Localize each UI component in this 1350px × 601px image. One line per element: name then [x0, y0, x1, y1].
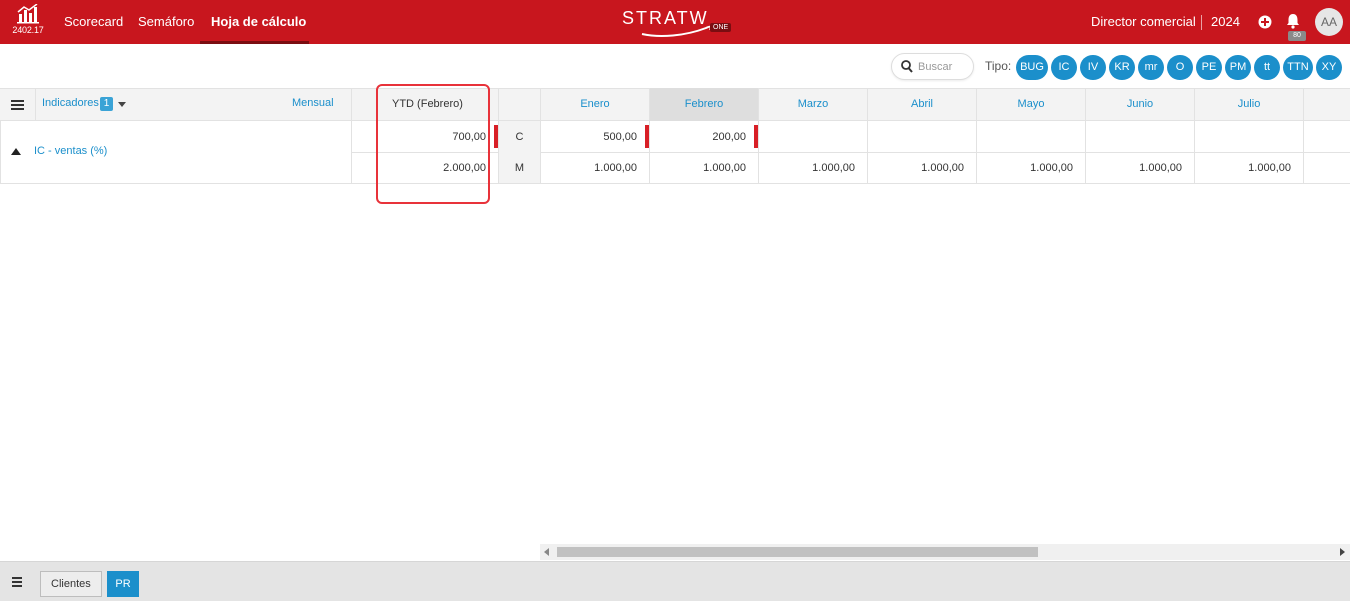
app-logo[interactable]: 2402.17 — [10, 4, 46, 40]
indicators-count-badge: 1 — [100, 97, 113, 111]
month-header-marzo[interactable]: Marzo — [759, 88, 868, 121]
top-bar: 2402.17 Scorecard Semáforo Hoja de cálcu… — [0, 0, 1350, 44]
cell-c-marzo[interactable] — [759, 121, 868, 153]
type-filter-label: Tipo: — [985, 59, 1012, 73]
month-header-julio[interactable]: Julio — [1195, 88, 1304, 121]
cell-c-enero[interactable]: 500,00 — [541, 121, 650, 153]
month-header-abril[interactable]: Abril — [868, 88, 977, 121]
cell-m-julio[interactable]: 1.000,00 — [1195, 152, 1304, 184]
bottom-bar: Clientes PR — [0, 561, 1350, 601]
scroll-left-icon[interactable] — [544, 548, 549, 556]
notification-badge: 80 — [1288, 31, 1306, 41]
search-box — [891, 53, 974, 80]
type-chip-o[interactable]: O — [1167, 55, 1193, 80]
nav-scorecard[interactable]: Scorecard — [64, 0, 123, 44]
brand-logo: STRATW ONE — [622, 6, 742, 40]
cell-c-julio[interactable] — [1195, 121, 1304, 153]
tab-clientes[interactable]: Clientes — [40, 571, 102, 597]
grid-menu-button[interactable] — [0, 88, 36, 121]
horizontal-scrollbar[interactable] — [540, 544, 1350, 560]
cell-m-agosto[interactable] — [1304, 152, 1350, 184]
cell-m-junio[interactable]: 1.000,00 — [1086, 152, 1195, 184]
nav-semaforo[interactable]: Semáforo — [138, 0, 194, 44]
cell-m-mayo[interactable]: 1.000,00 — [977, 152, 1086, 184]
type-chip-pe[interactable]: PE — [1196, 55, 1222, 80]
row-type-m: M — [499, 152, 541, 184]
nav-hoja-de-calculo[interactable]: Hoja de cálculo — [211, 0, 306, 44]
alert-marker — [754, 125, 758, 148]
alert-marker — [645, 125, 649, 148]
indicator-name[interactable]: IC - ventas (%) — [34, 145, 107, 157]
divider — [1201, 15, 1202, 30]
brand-tag: ONE — [710, 23, 732, 32]
type-chip-xy[interactable]: XY — [1316, 55, 1342, 80]
month-header-mayo[interactable]: Mayo — [977, 88, 1086, 121]
alert-marker — [494, 125, 498, 148]
type-chip-kr[interactable]: KR — [1109, 55, 1135, 80]
cell-m-abril[interactable]: 1.000,00 — [868, 152, 977, 184]
add-icon[interactable] — [1258, 15, 1272, 32]
type-chip-mr[interactable]: mr — [1138, 55, 1164, 80]
indicators-label[interactable]: Indicadores — [42, 97, 99, 109]
type-chip-tt[interactable]: tt — [1254, 55, 1280, 80]
cell-m-febrero[interactable]: 1.000,00 — [650, 152, 759, 184]
user-avatar[interactable]: AA — [1315, 8, 1343, 36]
hamburger-menu-icon[interactable] — [12, 577, 24, 587]
app-version: 2402.17 — [12, 25, 44, 35]
role-selector[interactable]: Director comercial — [1091, 0, 1196, 44]
cell-m-marzo[interactable]: 1.000,00 — [759, 152, 868, 184]
period-selector[interactable]: Mensual — [292, 97, 334, 109]
type-chip-iv[interactable]: IV — [1080, 55, 1106, 80]
tab-pr[interactable]: PR — [107, 571, 139, 597]
cell-c-mayo[interactable] — [977, 121, 1086, 153]
scroll-right-icon[interactable] — [1340, 548, 1345, 556]
month-header-enero[interactable]: Enero — [541, 88, 650, 121]
search-input[interactable] — [918, 58, 970, 76]
bell-icon[interactable] — [1286, 13, 1300, 32]
ytd-column-header: YTD (Febrero) — [351, 88, 499, 121]
month-header-febrero[interactable]: Febrero — [650, 88, 759, 121]
type-column-header — [499, 88, 541, 121]
type-chip-pm[interactable]: PM — [1225, 55, 1251, 80]
ytd-cell-c[interactable]: 700,00 — [351, 121, 499, 153]
caret-down-icon[interactable] — [118, 102, 126, 107]
spreadsheet-grid: Indicadores 1 Mensual YTD (Febrero) Ener… — [0, 88, 1350, 184]
cell-c-abril[interactable] — [868, 121, 977, 153]
month-header-junio[interactable]: Junio — [1086, 88, 1195, 121]
active-nav-indicator — [200, 41, 309, 44]
scrollbar-thumb[interactable] — [557, 547, 1038, 557]
row-type-c: C — [499, 121, 541, 153]
bar-chart-icon — [17, 4, 39, 24]
indicator-row-label: IC - ventas (%) — [0, 121, 351, 184]
type-chip-ttn[interactable]: TTN — [1283, 55, 1313, 80]
type-chip-bug[interactable]: BUG — [1016, 55, 1048, 80]
search-icon — [901, 60, 913, 73]
ytd-cell-m[interactable]: 2.000,00 — [351, 152, 499, 184]
month-header-agosto[interactable]: Ag — [1304, 88, 1350, 121]
swoosh-icon — [641, 25, 712, 37]
caret-up-icon[interactable] — [11, 148, 21, 155]
cell-m-enero[interactable]: 1.000,00 — [541, 152, 650, 184]
cell-c-junio[interactable] — [1086, 121, 1195, 153]
year-selector[interactable]: 2024 — [1211, 0, 1240, 44]
cell-c-febrero[interactable]: 200,00 — [650, 121, 759, 153]
type-chip-ic[interactable]: IC — [1051, 55, 1077, 80]
cell-c-agosto[interactable] — [1304, 121, 1350, 153]
